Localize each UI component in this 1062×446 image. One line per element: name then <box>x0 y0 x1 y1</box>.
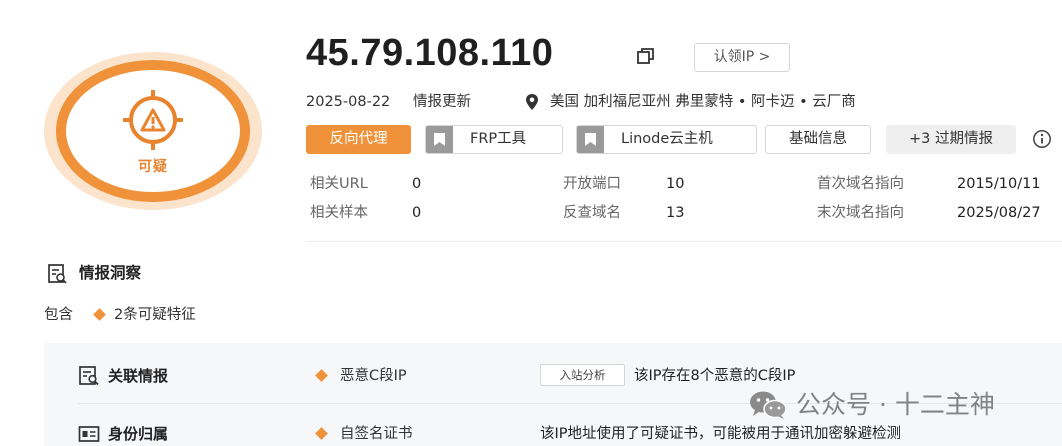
watermark-text: 公众号 · 十二主神 <box>796 390 995 419</box>
stat-last-domain-key: 末次域名指向 <box>817 205 904 221</box>
location-pin-icon <box>526 94 538 110</box>
tag-frp-tool[interactable]: FRP工具 <box>425 125 563 154</box>
stat-related-samples-key: 相关样本 <box>310 205 368 221</box>
tag-expired-intel[interactable]: +3 过期情报 <box>886 125 1016 154</box>
contains-label: 包含 <box>44 307 73 323</box>
geo-location: 美国 加利福尼亚州 弗里蒙特 • 阿卡迈 • 云厂商 <box>550 94 856 110</box>
row-feature[interactable]: 恶意C段IP <box>340 366 407 386</box>
update-label: 情报更新 <box>413 94 471 110</box>
tag-linode-host[interactable]: Linode云主机 <box>576 125 757 154</box>
stat-first-domain-value: 2015/10/11 <box>957 176 1041 192</box>
diamond-icon <box>316 428 328 440</box>
header-divider <box>306 241 1062 242</box>
stat-related-samples-value[interactable]: 0 <box>412 203 421 223</box>
stat-last-domain-value: 2025/08/27 <box>957 205 1041 221</box>
insight-title: 情报洞察 <box>79 264 142 282</box>
stat-reverse-domains-key: 反查域名 <box>563 205 621 221</box>
verdict-badge: 可疑 <box>44 52 262 210</box>
insight-icon <box>48 264 67 284</box>
inbound-analysis-chip[interactable]: 入站分析 <box>540 364 625 386</box>
row-feature[interactable]: 自签名证书 <box>340 424 413 444</box>
id-card-icon <box>78 426 100 442</box>
diamond-icon <box>94 309 106 321</box>
tag-reverse-proxy[interactable]: 反向代理 <box>306 125 411 154</box>
bookmark-icon <box>426 126 453 153</box>
stat-related-url-value[interactable]: 0 <box>412 174 421 194</box>
tag-label: FRP工具 <box>470 131 527 147</box>
row-category: 关联情报 <box>108 367 169 385</box>
stat-reverse-domains-value[interactable]: 13 <box>666 203 684 223</box>
stat-related-url-key: 相关URL <box>310 176 368 192</box>
stat-open-ports-value[interactable]: 10 <box>666 174 684 194</box>
suspicious-count: 2条可疑特征 <box>114 307 196 323</box>
claim-ip-button[interactable]: 认领IP > <box>694 43 790 72</box>
row-description: 该IP地址使用了可疑证书，可能被用于通讯加密躲避检测 <box>540 426 902 442</box>
copy-icon[interactable] <box>636 46 656 66</box>
intel-icon <box>79 366 99 386</box>
tag-label: Linode云主机 <box>621 131 713 147</box>
row-category: 身份归属 <box>108 425 169 443</box>
info-icon[interactable] <box>1032 129 1052 149</box>
row-description: 该IP存在8个恶意的C段IP <box>634 368 796 384</box>
ip-address: 45.79.108.110 <box>306 32 554 74</box>
bug-warning-icon <box>123 90 183 150</box>
stat-open-ports-key: 开放端口 <box>563 176 621 192</box>
tag-basic-info[interactable]: 基础信息 <box>765 125 871 154</box>
wechat-icon <box>750 391 787 419</box>
update-date: 2025-08-22 <box>306 94 391 110</box>
diamond-icon <box>316 370 328 382</box>
verdict-label: 可疑 <box>138 159 168 175</box>
stat-first-domain-key: 首次域名指向 <box>817 176 904 192</box>
bookmark-icon <box>577 126 604 153</box>
